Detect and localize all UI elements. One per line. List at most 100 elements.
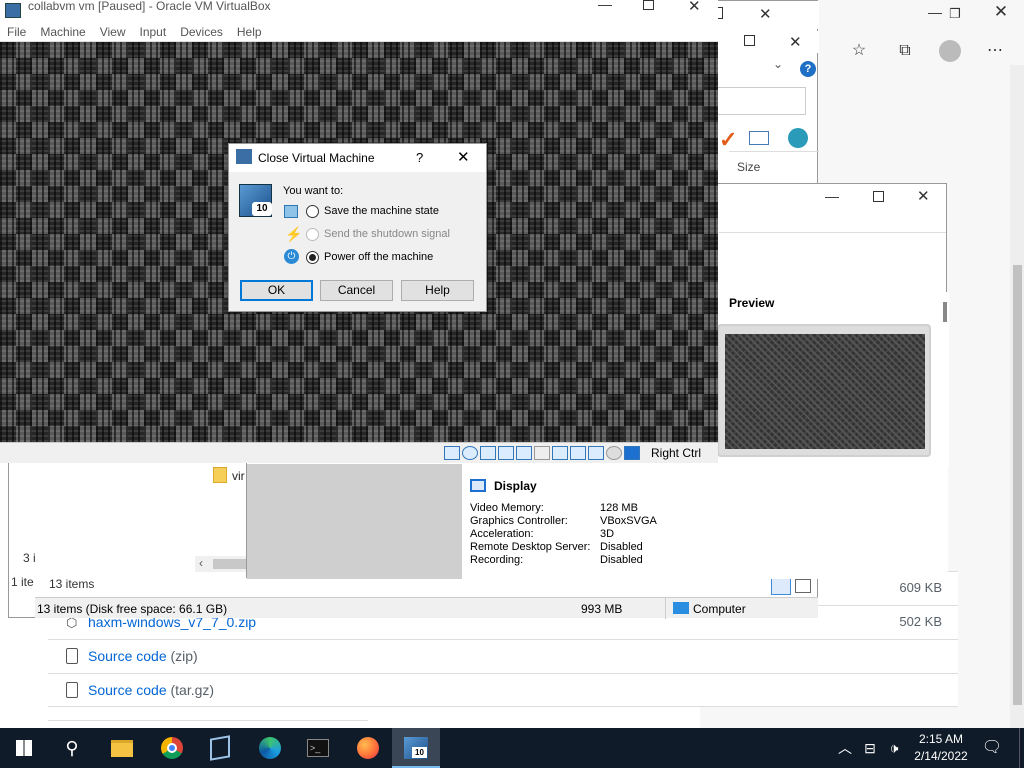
- search-icon[interactable]: ⚲: [48, 728, 96, 768]
- network-icon[interactable]: [498, 446, 514, 460]
- folder-name[interactable]: vir: [232, 469, 245, 483]
- scroll-thumb[interactable]: [943, 302, 947, 322]
- menu-machine[interactable]: Machine: [33, 22, 92, 42]
- chrome-icon[interactable]: [148, 728, 196, 768]
- close-icon[interactable]: ✕: [789, 33, 802, 51]
- close-icon[interactable]: ✕: [917, 187, 930, 205]
- maximize-icon[interactable]: [873, 191, 884, 202]
- dialog-prompt: You want to:: [283, 185, 344, 197]
- maximize-icon[interactable]: [643, 0, 654, 10]
- folder-icon: [213, 467, 227, 483]
- property-key: Recording:: [470, 554, 524, 566]
- display-properties: Video Memory: 128 MB Graphics Controller:…: [470, 502, 770, 567]
- property-value: Disabled: [600, 541, 643, 553]
- status-size: 993 MB: [581, 602, 623, 616]
- items-count-partial: 3 i: [23, 551, 36, 565]
- power-off-label[interactable]: Power off the machine: [324, 251, 433, 263]
- keyboard-arrow-icon[interactable]: [624, 446, 640, 460]
- close-icon[interactable]: ✕: [990, 2, 1012, 24]
- more-options-icon[interactable]: ⋯: [980, 36, 1010, 66]
- file-explorer-icon[interactable]: [98, 728, 146, 768]
- edge-icon[interactable]: [246, 728, 294, 768]
- network-icon[interactable]: ⊟: [858, 728, 882, 768]
- minimize-icon[interactable]: —: [825, 188, 839, 204]
- terminal-icon[interactable]: >_: [294, 728, 342, 768]
- virtualbox-icon[interactable]: [196, 728, 244, 768]
- status-indicators: [443, 443, 641, 463]
- restore-icon[interactable]: ❐: [945, 6, 965, 24]
- menu-file[interactable]: File: [0, 22, 33, 42]
- shutdown-signal-icon: ⚡: [285, 226, 303, 242]
- hard-disk-icon[interactable]: [444, 446, 460, 460]
- browser-scroll-thumb[interactable]: [1013, 265, 1022, 705]
- search-input[interactable]: [714, 87, 806, 115]
- ok-button[interactable]: OK: [240, 280, 313, 301]
- power-off-radio[interactable]: [306, 251, 319, 264]
- mouse-integration-icon[interactable]: [606, 446, 622, 460]
- start-windows-icon[interactable]: [0, 728, 48, 768]
- menu-devices[interactable]: Devices: [173, 22, 230, 42]
- notifications-icon[interactable]: 🗨: [976, 728, 1008, 768]
- audio-icon[interactable]: [480, 446, 496, 460]
- save-state-radio[interactable]: [306, 205, 319, 218]
- globe-icon[interactable]: [788, 128, 808, 148]
- checkmark-icon[interactable]: ✓: [719, 127, 737, 153]
- shared-folders-icon[interactable]: [534, 446, 550, 460]
- display-icon[interactable]: [552, 446, 568, 460]
- save-state-label[interactable]: Save the machine state: [324, 205, 439, 217]
- minimize-icon[interactable]: —: [598, 0, 612, 12]
- favorites-add-icon[interactable]: ☆: [844, 36, 874, 66]
- property-value: 128 MB: [600, 502, 638, 514]
- close-vm-dialog: Close Virtual Machine ? ✕ 10 You want to…: [228, 143, 487, 312]
- window-title: collabvm vm [Paused] - Oracle VM Virtual…: [28, 0, 271, 13]
- volume-icon[interactable]: 🕩: [882, 728, 906, 768]
- shutdown-signal-label[interactable]: Send the shutdown signal: [324, 228, 450, 240]
- usb-icon[interactable]: [516, 446, 532, 460]
- large-icons-view-icon[interactable]: [795, 579, 811, 593]
- monitor-icon: [470, 479, 486, 492]
- menu-input[interactable]: Input: [133, 22, 174, 42]
- asset-link[interactable]: Source code (zip): [88, 648, 198, 664]
- help-icon[interactable]: ?: [416, 150, 423, 165]
- help-icon[interactable]: ?: [800, 61, 816, 77]
- firefox-icon[interactable]: [344, 728, 392, 768]
- windows10-vm-icon: 10: [239, 184, 272, 217]
- power-icon: ⏻: [284, 249, 299, 264]
- cpu-icon[interactable]: [588, 446, 604, 460]
- collections-icon[interactable]: ⧉: [890, 36, 920, 66]
- display-section: Display Video Memory: 128 MB Graphics Con…: [462, 464, 948, 579]
- items-count: 13 items: [49, 577, 95, 591]
- details-view-icon[interactable]: [771, 577, 791, 595]
- asset-link[interactable]: Source code (tar.gz): [88, 682, 214, 698]
- cancel-button[interactable]: Cancel: [320, 280, 393, 301]
- size-column-header[interactable]: Size: [737, 160, 760, 174]
- shutdown-signal-radio[interactable]: [306, 228, 319, 241]
- vm-status-bar: Right Ctrl: [0, 442, 718, 463]
- chevron-up-icon[interactable]: ︿: [834, 728, 856, 768]
- zip-file-icon: [66, 648, 78, 664]
- restore-icon[interactable]: [744, 35, 755, 46]
- horizontal-scrollbar[interactable]: ‹: [195, 556, 251, 572]
- show-desktop-button[interactable]: [1019, 728, 1024, 768]
- close-icon[interactable]: ✕: [457, 148, 470, 166]
- chevron-left-icon[interactable]: ‹: [199, 556, 203, 570]
- profile-avatar[interactable]: [939, 40, 961, 62]
- capture-icon[interactable]: [570, 446, 586, 460]
- virtualbox-vm-taskbar-icon[interactable]: 10: [392, 728, 440, 768]
- rename-icon[interactable]: [749, 131, 769, 145]
- close-icon[interactable]: ✕: [759, 5, 772, 23]
- help-button[interactable]: Help: [401, 280, 474, 301]
- dialog-title: Close Virtual Machine: [258, 151, 375, 165]
- property-value: Disabled: [600, 554, 643, 566]
- display-label: Display: [494, 479, 537, 493]
- clock[interactable]: 2:15 AM 2/14/2022: [913, 731, 969, 765]
- close-icon[interactable]: ✕: [688, 0, 701, 15]
- virtualbox-logo-icon: [5, 3, 21, 18]
- chevron-down-icon[interactable]: ⌄: [773, 57, 783, 71]
- property-key: Graphics Controller:: [470, 515, 568, 527]
- menu-help[interactable]: Help: [230, 22, 269, 42]
- host-key-label: Right Ctrl: [651, 446, 702, 460]
- preview-panel: Preview: [717, 292, 949, 467]
- optical-drive-icon[interactable]: [462, 446, 478, 460]
- menu-view[interactable]: View: [93, 22, 133, 42]
